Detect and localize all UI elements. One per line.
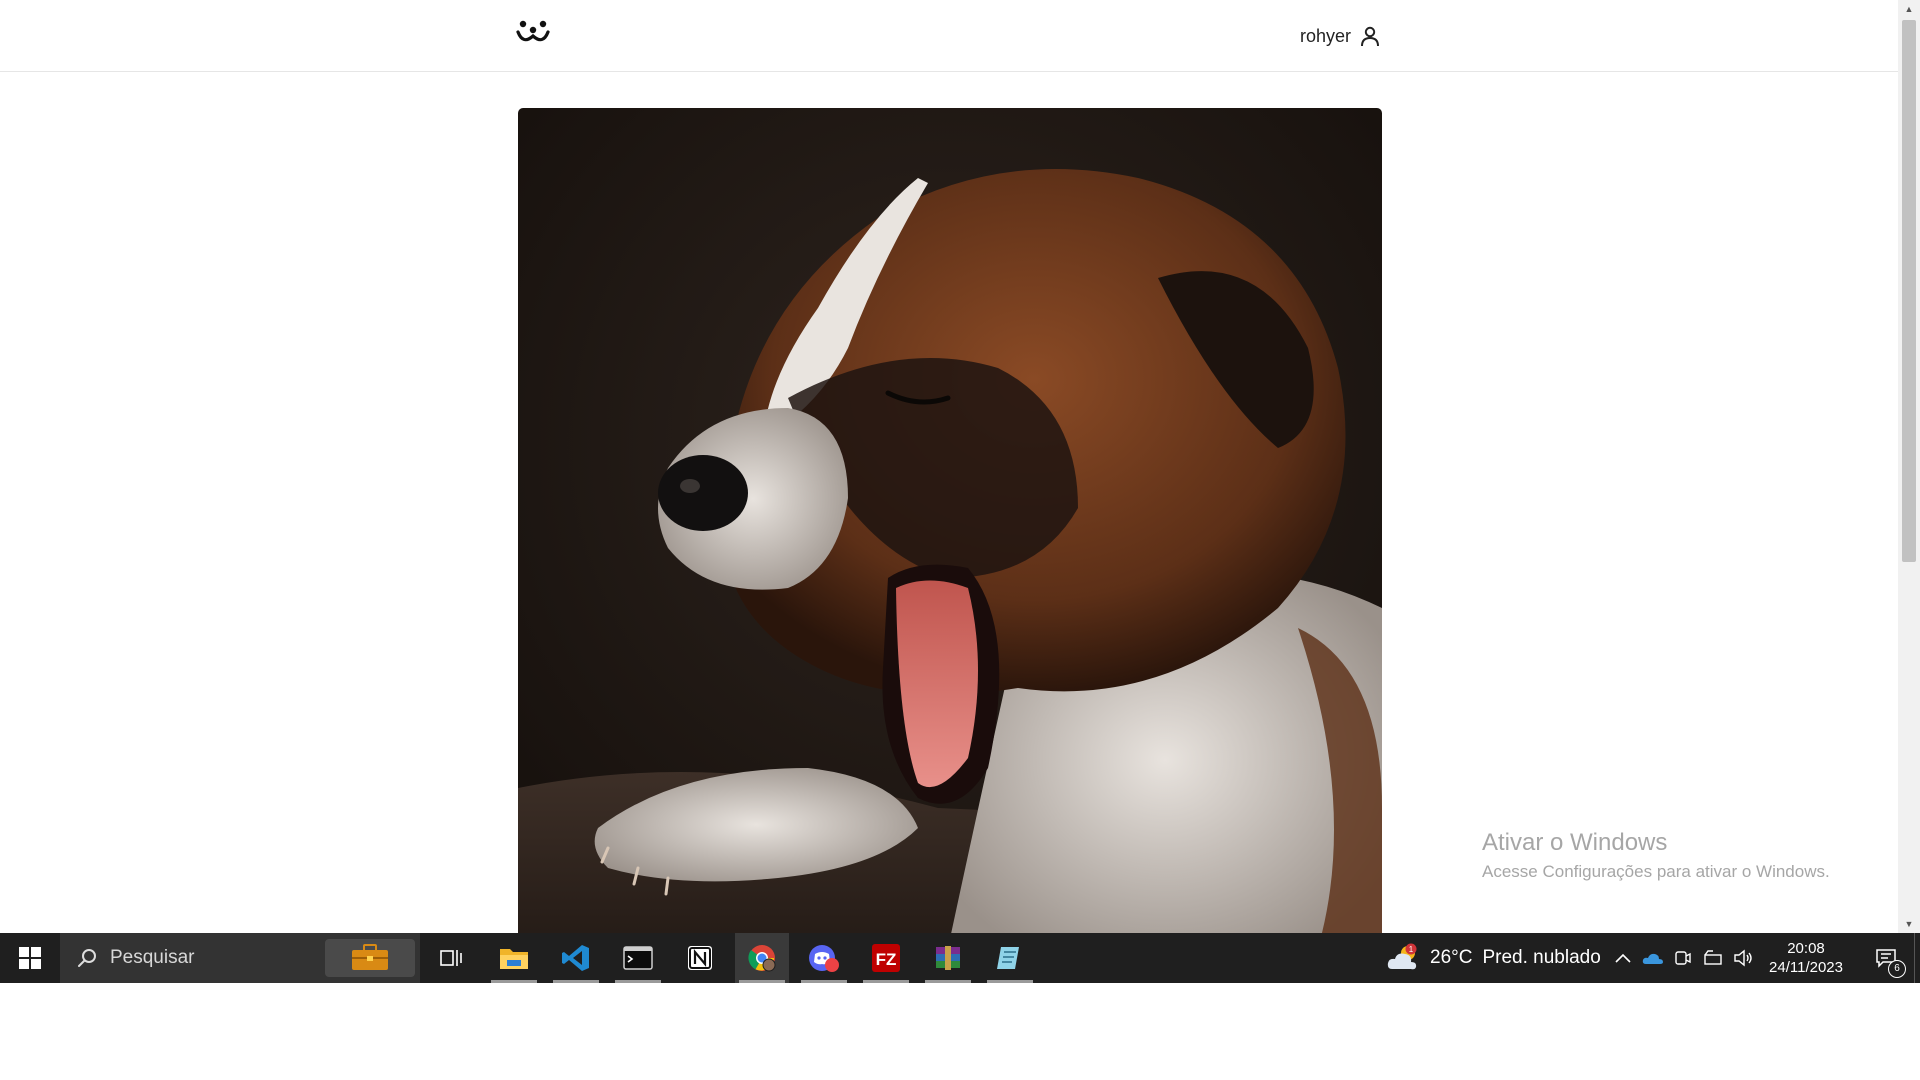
network-icon[interactable] bbox=[1702, 947, 1724, 969]
svg-text:FZ: FZ bbox=[876, 950, 897, 969]
clock-time: 20:08 bbox=[1787, 940, 1825, 957]
filezilla-icon: FZ bbox=[872, 944, 900, 972]
scroll-down-arrow-icon[interactable]: ▼ bbox=[1898, 915, 1920, 933]
user-menu[interactable]: rohyer bbox=[1300, 22, 1381, 50]
notification-center-button[interactable]: 6 bbox=[1862, 933, 1910, 983]
windows-activation-watermark: Ativar o Windows Acesse Configurações pa… bbox=[1482, 828, 1830, 884]
taskbar-notion[interactable] bbox=[673, 933, 727, 983]
windows-taskbar: Pesquisar FZ 1 26°C Pred. nublado 20:08 … bbox=[0, 933, 1920, 983]
discord-icon bbox=[809, 945, 839, 972]
search-placeholder: Pesquisar bbox=[110, 947, 195, 968]
show-desktop-button[interactable] bbox=[1914, 933, 1920, 983]
user-icon bbox=[1361, 26, 1380, 47]
chrome-icon bbox=[748, 945, 776, 972]
search-icon bbox=[78, 949, 96, 967]
username-label: rohyer bbox=[1300, 25, 1352, 46]
top-navbar: rohyer bbox=[0, 0, 1898, 72]
taskbar-file-explorer[interactable] bbox=[487, 933, 541, 983]
logo-icon[interactable] bbox=[515, 18, 551, 48]
weather-badge: 1 bbox=[1409, 945, 1414, 954]
windows-logo-icon bbox=[19, 947, 41, 969]
taskbar-search-box[interactable]: Pesquisar bbox=[60, 933, 420, 983]
taskbar-filezilla[interactable]: FZ bbox=[859, 933, 913, 983]
weather-condition: Pred. nublado bbox=[1482, 947, 1601, 968]
volume-icon[interactable] bbox=[1732, 947, 1754, 969]
vertical-scrollbar[interactable]: ▲ ▼ bbox=[1898, 0, 1920, 933]
scroll-up-arrow-icon[interactable]: ▲ bbox=[1898, 0, 1920, 18]
taskbar-chrome[interactable] bbox=[735, 933, 789, 983]
activation-title: Ativar o Windows bbox=[1482, 829, 1668, 856]
show-hidden-icons-chevron-icon[interactable] bbox=[1612, 947, 1634, 969]
weather-widget[interactable]: 1 26°C Pred. nublado bbox=[1386, 933, 1601, 983]
vscode-icon bbox=[562, 945, 589, 971]
taskbar-winrar[interactable] bbox=[921, 933, 975, 983]
clock-date: 24/11/2023 bbox=[1769, 959, 1843, 976]
system-tray bbox=[1612, 933, 1754, 983]
weather-cloud-icon: 1 bbox=[1387, 943, 1417, 970]
notion-icon bbox=[688, 946, 712, 970]
meet-now-icon[interactable] bbox=[1672, 947, 1694, 969]
briefcase-icon bbox=[352, 944, 388, 970]
taskbar-clock[interactable]: 20:08 24/11/2023 bbox=[1756, 939, 1856, 977]
notepad-icon bbox=[997, 947, 1019, 969]
activation-subtitle: Acesse Configurações para ativar o Windo… bbox=[1482, 862, 1830, 881]
task-view-icon bbox=[440, 950, 462, 966]
scroll-thumb[interactable] bbox=[1902, 20, 1916, 562]
file-explorer-icon bbox=[500, 949, 528, 969]
taskbar-discord[interactable] bbox=[797, 933, 851, 983]
taskbar-vscode[interactable] bbox=[549, 933, 603, 983]
puppy-photo bbox=[518, 108, 1382, 933]
onedrive-icon[interactable] bbox=[1642, 947, 1664, 969]
terminal-icon bbox=[623, 946, 653, 970]
start-button[interactable] bbox=[0, 933, 60, 983]
search-highlight-briefcase[interactable] bbox=[325, 939, 415, 977]
weather-temperature: 26°C bbox=[1430, 947, 1473, 968]
notification-count-badge: 6 bbox=[1888, 960, 1906, 978]
task-view-button[interactable] bbox=[424, 933, 478, 983]
web-page: rohyer Ativar o Windows Acesse Configura… bbox=[0, 0, 1898, 933]
taskbar-notepad[interactable] bbox=[983, 933, 1037, 983]
winrar-icon bbox=[936, 946, 960, 970]
taskbar-terminal[interactable] bbox=[611, 933, 665, 983]
